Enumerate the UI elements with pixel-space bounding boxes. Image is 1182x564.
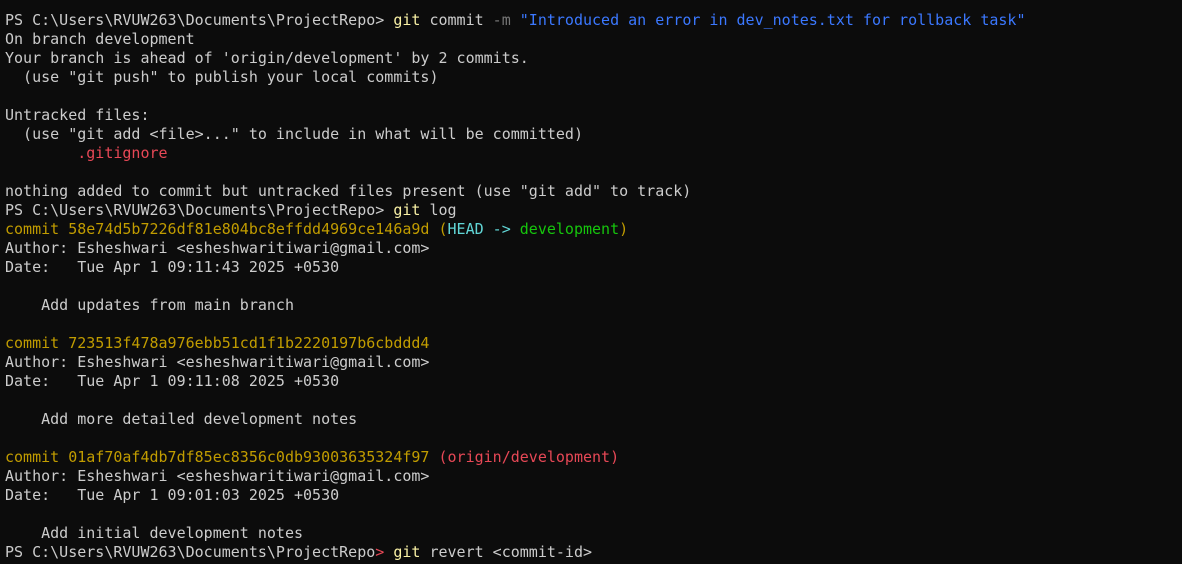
status-branch-line: On branch development <box>5 30 195 48</box>
ref-open: ( <box>429 220 448 238</box>
command-subcommand: commit <box>420 11 493 29</box>
commit-hash: commit 723513f478a976ebb51cd1f1b2220197b… <box>5 334 430 352</box>
terminal-window[interactable]: PS C:\Users\RVUW263\Documents\ProjectRep… <box>0 0 1182 564</box>
prompt-path: PS C:\Users\RVUW263\Documents\ProjectRep… <box>5 543 376 561</box>
untracked-header: Untracked files: <box>5 106 150 124</box>
commit-date: Date: Tue Apr 1 09:11:08 2025 +0530 <box>5 372 340 390</box>
remote-branch-ref: (origin/development) <box>429 448 620 466</box>
ref-close: ) <box>619 220 629 238</box>
status-push-hint: (use "git push" to publish your local co… <box>5 68 439 86</box>
commit-hash-line: commit 01af70af4db7df85ec8356c0db9300363… <box>5 448 1182 467</box>
branch-ref: development <box>519 220 620 238</box>
prompt: PS C:\Users\RVUW263\Documents\ProjectRep… <box>5 201 394 219</box>
commit-author: Author: Esheshwari <esheshwaritiwari@gma… <box>5 239 430 257</box>
commit-hash: commit 58e74d5b7226df81e804bc8effdd4969c… <box>5 220 430 238</box>
command-flag: -m <box>492 11 511 29</box>
command-line-commit: PS C:\Users\RVUW263\Documents\ProjectRep… <box>5 11 1182 30</box>
commit-message: Add updates from main branch <box>5 296 294 314</box>
command-program: git <box>393 201 421 219</box>
commit-hash: commit 01af70af4db7df85ec8356c0db9300363… <box>5 448 430 466</box>
commit-hash-line: commit 723513f478a976ebb51cd1f1b2220197b… <box>5 334 1182 353</box>
commit-date: Date: Tue Apr 1 09:11:43 2025 +0530 <box>5 258 340 276</box>
commit-message: Add initial development notes <box>5 524 304 542</box>
status-ahead-line: Your branch is ahead of 'origin/developm… <box>5 49 529 67</box>
command-program: git <box>393 11 421 29</box>
commit-message-string: "Introduced an error in dev_notes.txt fo… <box>510 11 1026 29</box>
head-ref: HEAD -> <box>447 220 520 238</box>
command-args: log <box>420 201 457 219</box>
add-hint: (use "git add <file>..." to include in w… <box>5 125 583 143</box>
untracked-file: .gitignore <box>5 144 168 162</box>
command-line-log: PS C:\Users\RVUW263\Documents\ProjectRep… <box>5 201 1182 220</box>
commit-author: Author: Esheshwari <esheshwaritiwari@gma… <box>5 353 430 371</box>
prompt-caret: > <box>375 543 385 561</box>
commit-author: Author: Esheshwari <esheshwaritiwari@gma… <box>5 467 430 485</box>
commit-hash-line: commit 58e74d5b7226df81e804bc8effdd4969c… <box>5 220 1182 239</box>
command-program: git <box>393 543 421 561</box>
commit-message: Add more detailed development notes <box>5 410 358 428</box>
prompt: PS C:\Users\RVUW263\Documents\ProjectRep… <box>5 11 394 29</box>
command-input-line[interactable]: PS C:\Users\RVUW263\Documents\ProjectRep… <box>5 543 1182 562</box>
command-args: revert <commit-id> <box>420 543 593 561</box>
commit-date: Date: Tue Apr 1 09:01:03 2025 +0530 <box>5 486 340 504</box>
nothing-added-line: nothing added to commit but untracked fi… <box>5 182 692 200</box>
